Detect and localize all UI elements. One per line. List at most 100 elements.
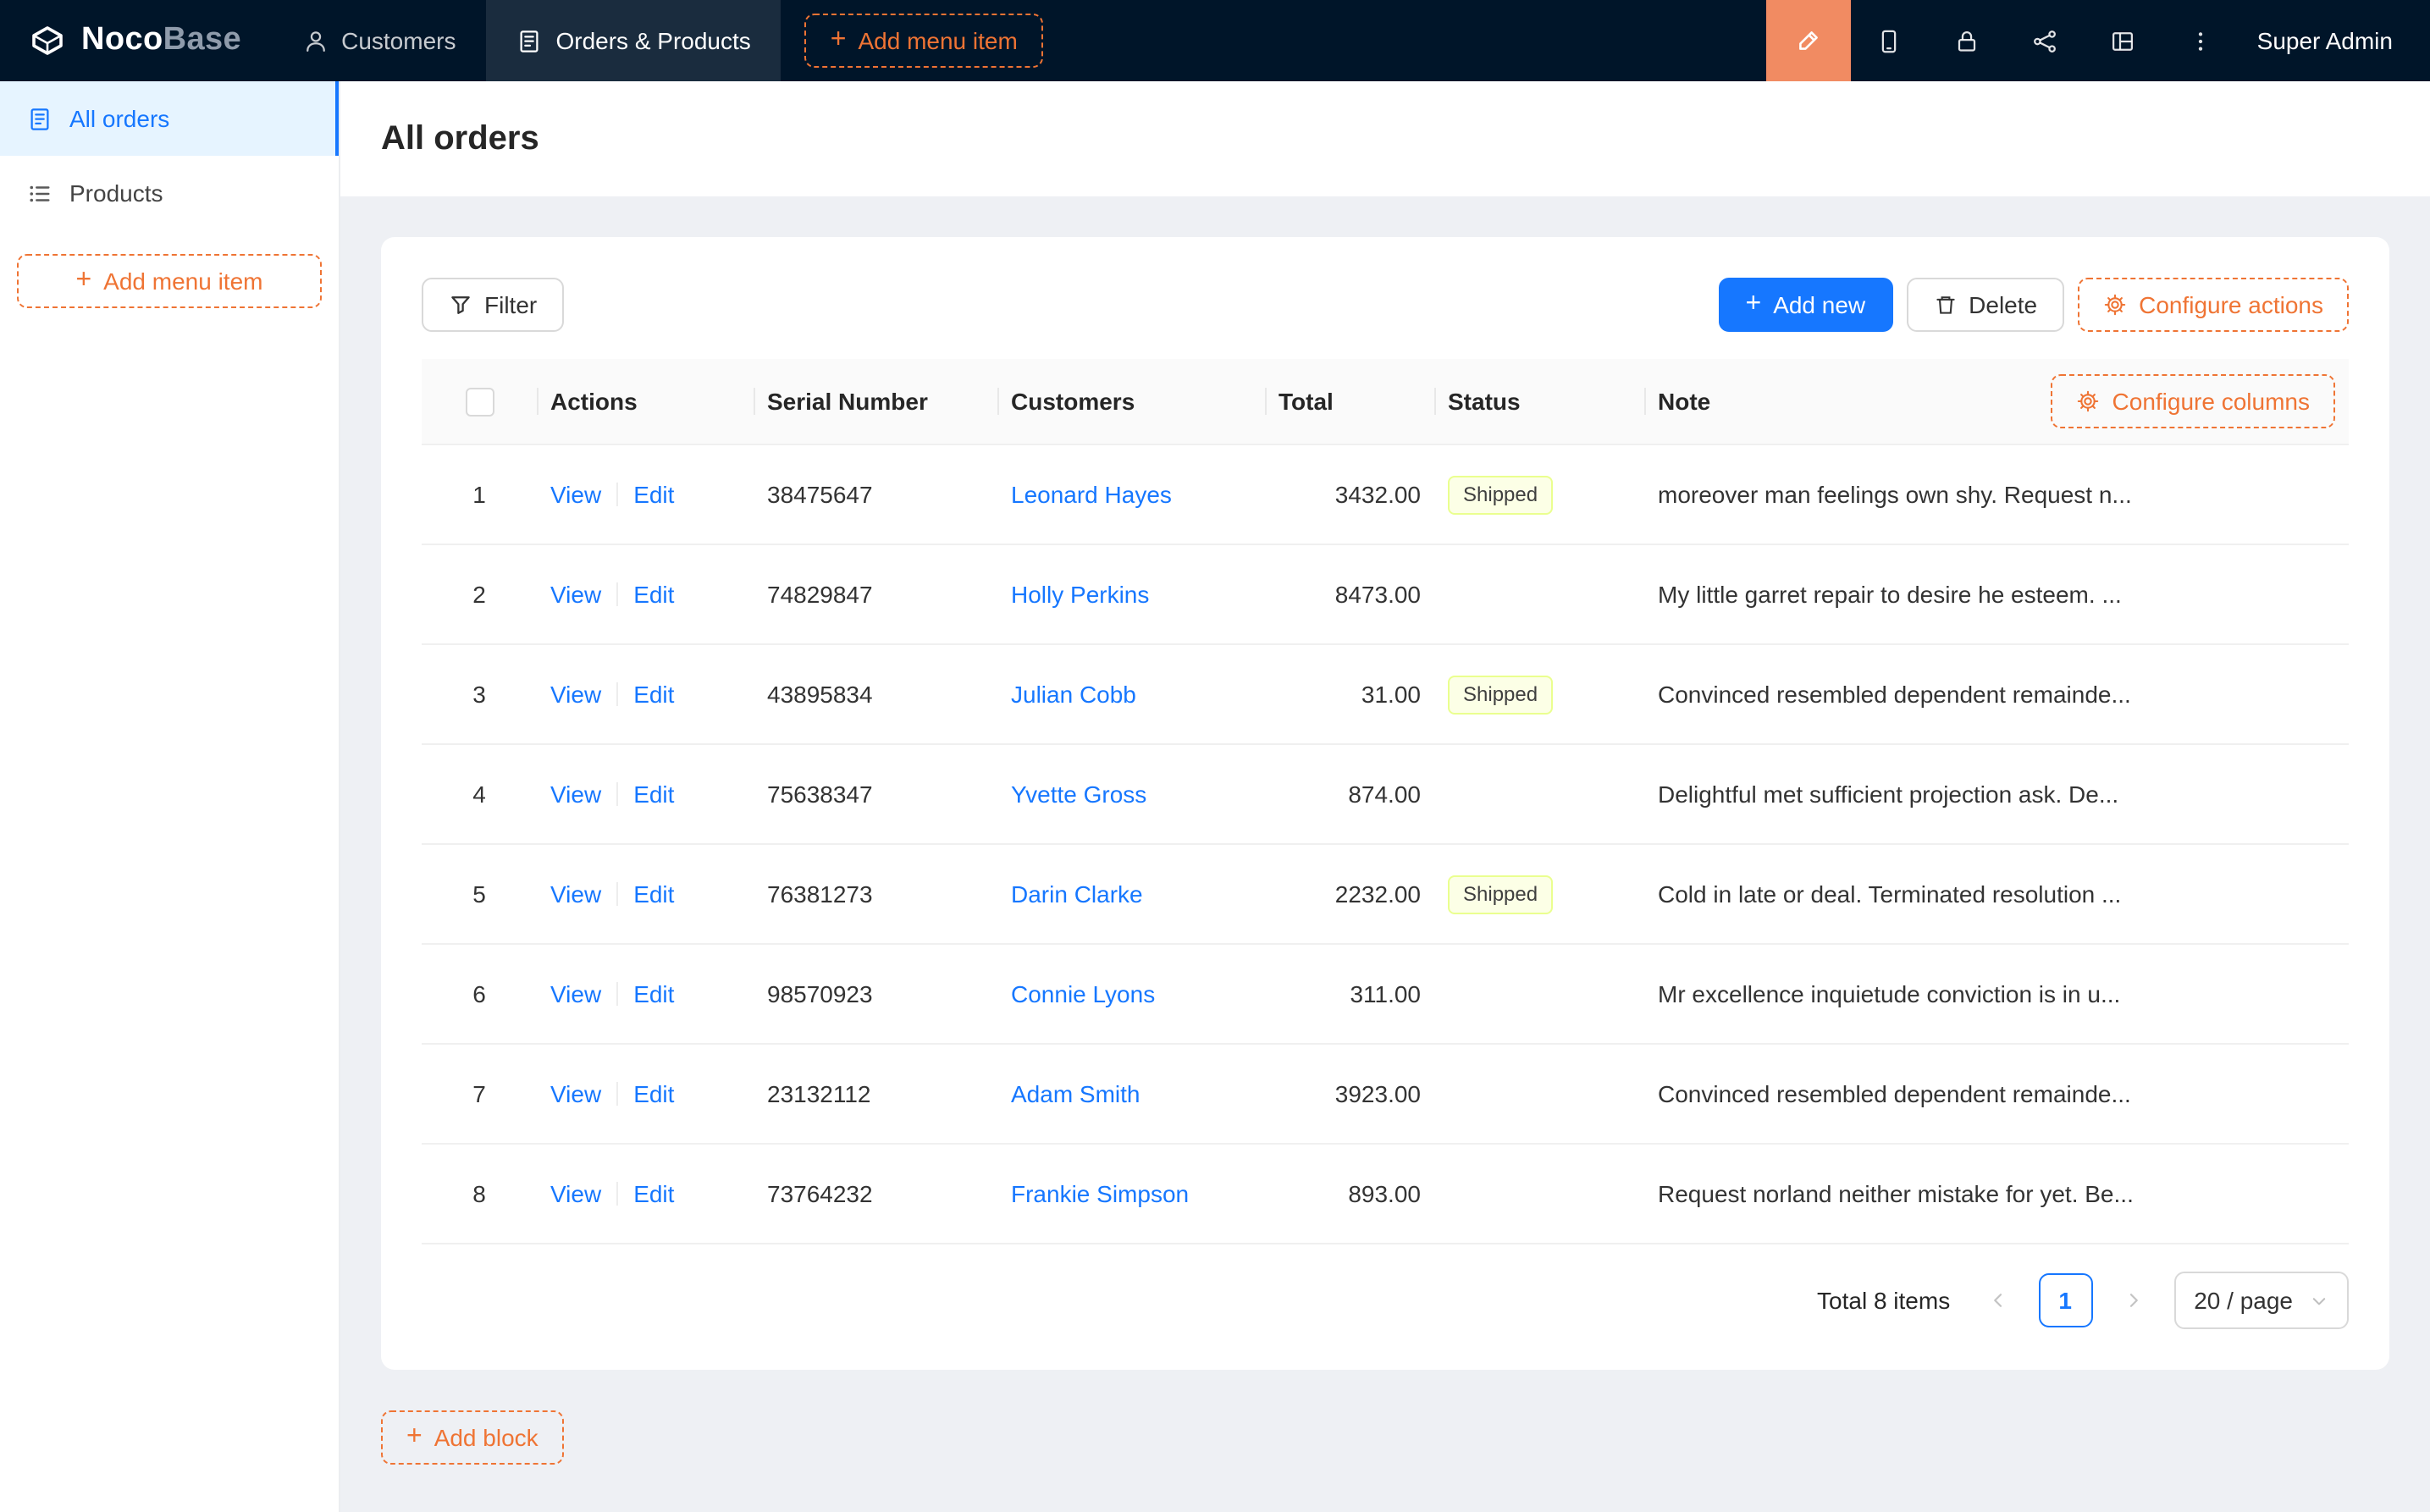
chevron-right-icon bbox=[2123, 1290, 2143, 1311]
lock-button[interactable] bbox=[1929, 0, 2007, 81]
customer-cell: Leonard Hayes bbox=[997, 481, 1265, 508]
user-menu[interactable]: Super Admin bbox=[2257, 27, 2393, 54]
sidebar-item-products[interactable]: Products bbox=[0, 156, 339, 230]
row-index: 4 bbox=[472, 781, 486, 808]
view-link[interactable]: View bbox=[550, 1180, 601, 1207]
tab-customers[interactable]: Customers bbox=[272, 0, 486, 81]
tab-orders-products[interactable]: Orders & Products bbox=[486, 0, 781, 81]
action-divider bbox=[616, 982, 618, 1006]
all-orders-icon bbox=[27, 106, 52, 131]
view-link[interactable]: View bbox=[550, 880, 601, 908]
customer-cell: Connie Lyons bbox=[997, 980, 1265, 1007]
row-index: 3 bbox=[472, 681, 486, 708]
edit-link[interactable]: Edit bbox=[633, 781, 674, 808]
action-divider bbox=[616, 1082, 618, 1106]
filter-button[interactable]: Filter bbox=[422, 278, 564, 332]
edit-link[interactable]: Edit bbox=[633, 581, 674, 608]
customer-cell: Julian Cobb bbox=[997, 681, 1265, 708]
configure-actions-button[interactable]: Configure actions bbox=[2078, 278, 2349, 332]
edit-link[interactable]: Edit bbox=[633, 681, 674, 708]
column-header-serial-number: Serial Number bbox=[754, 388, 997, 415]
brand-logo[interactable]: NocoBase bbox=[0, 0, 272, 81]
table-toolbar: Filter + Add new Delete bbox=[422, 278, 2349, 332]
row-actions: View Edit bbox=[537, 1080, 754, 1107]
pen-icon bbox=[1795, 27, 1822, 54]
row-actions: View Edit bbox=[537, 781, 754, 808]
view-link[interactable]: View bbox=[550, 1080, 601, 1107]
chevron-down-icon bbox=[2310, 1291, 2328, 1310]
customer-link[interactable]: Leonard Hayes bbox=[1011, 481, 1172, 508]
mobile-button[interactable] bbox=[1851, 0, 1929, 81]
more-button[interactable] bbox=[2162, 0, 2240, 81]
serial-number-cell: 98570923 bbox=[754, 980, 997, 1007]
note-cell: My little garret repair to desire he est… bbox=[1644, 581, 2349, 608]
ui-editor-button[interactable] bbox=[1766, 0, 1851, 81]
view-link[interactable]: View bbox=[550, 581, 601, 608]
customer-cell: Adam Smith bbox=[997, 1080, 1265, 1107]
status-cell: Shipped bbox=[1434, 475, 1644, 514]
customer-link[interactable]: Adam Smith bbox=[1011, 1080, 1140, 1107]
topbar: NocoBase Customers Orders & Products + A… bbox=[0, 0, 2430, 81]
table-row: 1 View Edit 38475647 Leonard Hayes 3432.… bbox=[422, 445, 2349, 545]
topbar-icons: Super Admin bbox=[1766, 0, 2430, 81]
row-select-cell: 2 bbox=[422, 581, 537, 608]
customer-link[interactable]: Julian Cobb bbox=[1011, 681, 1136, 708]
total-cell: 874.00 bbox=[1265, 781, 1434, 808]
edit-link[interactable]: Edit bbox=[633, 1180, 674, 1207]
serial-number-cell: 38475647 bbox=[754, 481, 997, 508]
orders-table-block: Filter + Add new Delete bbox=[381, 237, 2389, 1370]
serial-number-cell: 43895834 bbox=[754, 681, 997, 708]
edit-link[interactable]: Edit bbox=[633, 980, 674, 1007]
app: NocoBase Customers Orders & Products + A… bbox=[0, 0, 2430, 1512]
page-title: All orders bbox=[381, 115, 2389, 163]
main: All orders Filter + bbox=[340, 81, 2430, 1512]
row-index: 8 bbox=[472, 1180, 486, 1207]
add-block-button[interactable]: + Add block bbox=[381, 1410, 564, 1465]
customer-link[interactable]: Yvette Gross bbox=[1011, 781, 1146, 808]
total-cell: 2232.00 bbox=[1265, 880, 1434, 908]
page-header: All orders bbox=[340, 81, 2430, 196]
filter-funnel-icon bbox=[449, 293, 472, 317]
api-button[interactable] bbox=[2007, 0, 2085, 81]
sidebar-item-all-orders[interactable]: All orders bbox=[0, 81, 339, 156]
serial-number-cell: 74829847 bbox=[754, 581, 997, 608]
customer-link[interactable]: Holly Perkins bbox=[1011, 581, 1149, 608]
layout-button[interactable] bbox=[2085, 0, 2162, 81]
customer-link[interactable]: Darin Clarke bbox=[1011, 880, 1143, 908]
prev-page-button[interactable] bbox=[1970, 1273, 2024, 1327]
next-page-button[interactable] bbox=[2106, 1273, 2160, 1327]
sidebar: All orders Products + Add menu item bbox=[0, 81, 340, 1512]
action-divider bbox=[616, 1182, 618, 1206]
add-menu-item-button-side[interactable]: + Add menu item bbox=[17, 254, 322, 308]
view-link[interactable]: View bbox=[550, 481, 601, 508]
view-link[interactable]: View bbox=[550, 980, 601, 1007]
view-link[interactable]: View bbox=[550, 681, 601, 708]
row-select-cell: 7 bbox=[422, 1080, 537, 1107]
column-header-actions: Actions bbox=[537, 388, 754, 415]
edit-link[interactable]: Edit bbox=[633, 880, 674, 908]
row-index: 2 bbox=[472, 581, 486, 608]
table-header-row: Actions Serial Number Customers Total St… bbox=[422, 359, 2349, 445]
select-all-checkbox[interactable] bbox=[465, 387, 494, 416]
edit-link[interactable]: Edit bbox=[633, 481, 674, 508]
view-link[interactable]: View bbox=[550, 781, 601, 808]
row-actions: View Edit bbox=[537, 581, 754, 608]
total-cell: 8473.00 bbox=[1265, 581, 1434, 608]
customer-link[interactable]: Frankie Simpson bbox=[1011, 1180, 1189, 1207]
delete-button[interactable]: Delete bbox=[1906, 278, 2064, 332]
action-divider bbox=[616, 483, 618, 506]
sidebar-item-label: All orders bbox=[69, 105, 169, 132]
add-new-button[interactable]: + Add new bbox=[1719, 278, 1893, 332]
table-row: 5 View Edit 76381273 Darin Clarke 2232.0… bbox=[422, 845, 2349, 945]
edit-link[interactable]: Edit bbox=[633, 1080, 674, 1107]
configure-columns-button[interactable]: Configure columns bbox=[2052, 374, 2335, 428]
note-cell: Mr excellence inquietude conviction is i… bbox=[1644, 980, 2349, 1007]
note-cell: Cold in late or deal. Terminated resolut… bbox=[1644, 880, 2349, 908]
customer-link[interactable]: Connie Lyons bbox=[1011, 980, 1155, 1007]
page-1-button[interactable]: 1 bbox=[2038, 1273, 2092, 1327]
row-select-cell: 5 bbox=[422, 880, 537, 908]
pagination: Total 8 items 1 20 / page bbox=[422, 1272, 2349, 1329]
total-cell: 3923.00 bbox=[1265, 1080, 1434, 1107]
add-menu-item-button-top[interactable]: + Add menu item bbox=[805, 14, 1043, 68]
page-size-select[interactable]: 20 / page bbox=[2173, 1272, 2349, 1329]
